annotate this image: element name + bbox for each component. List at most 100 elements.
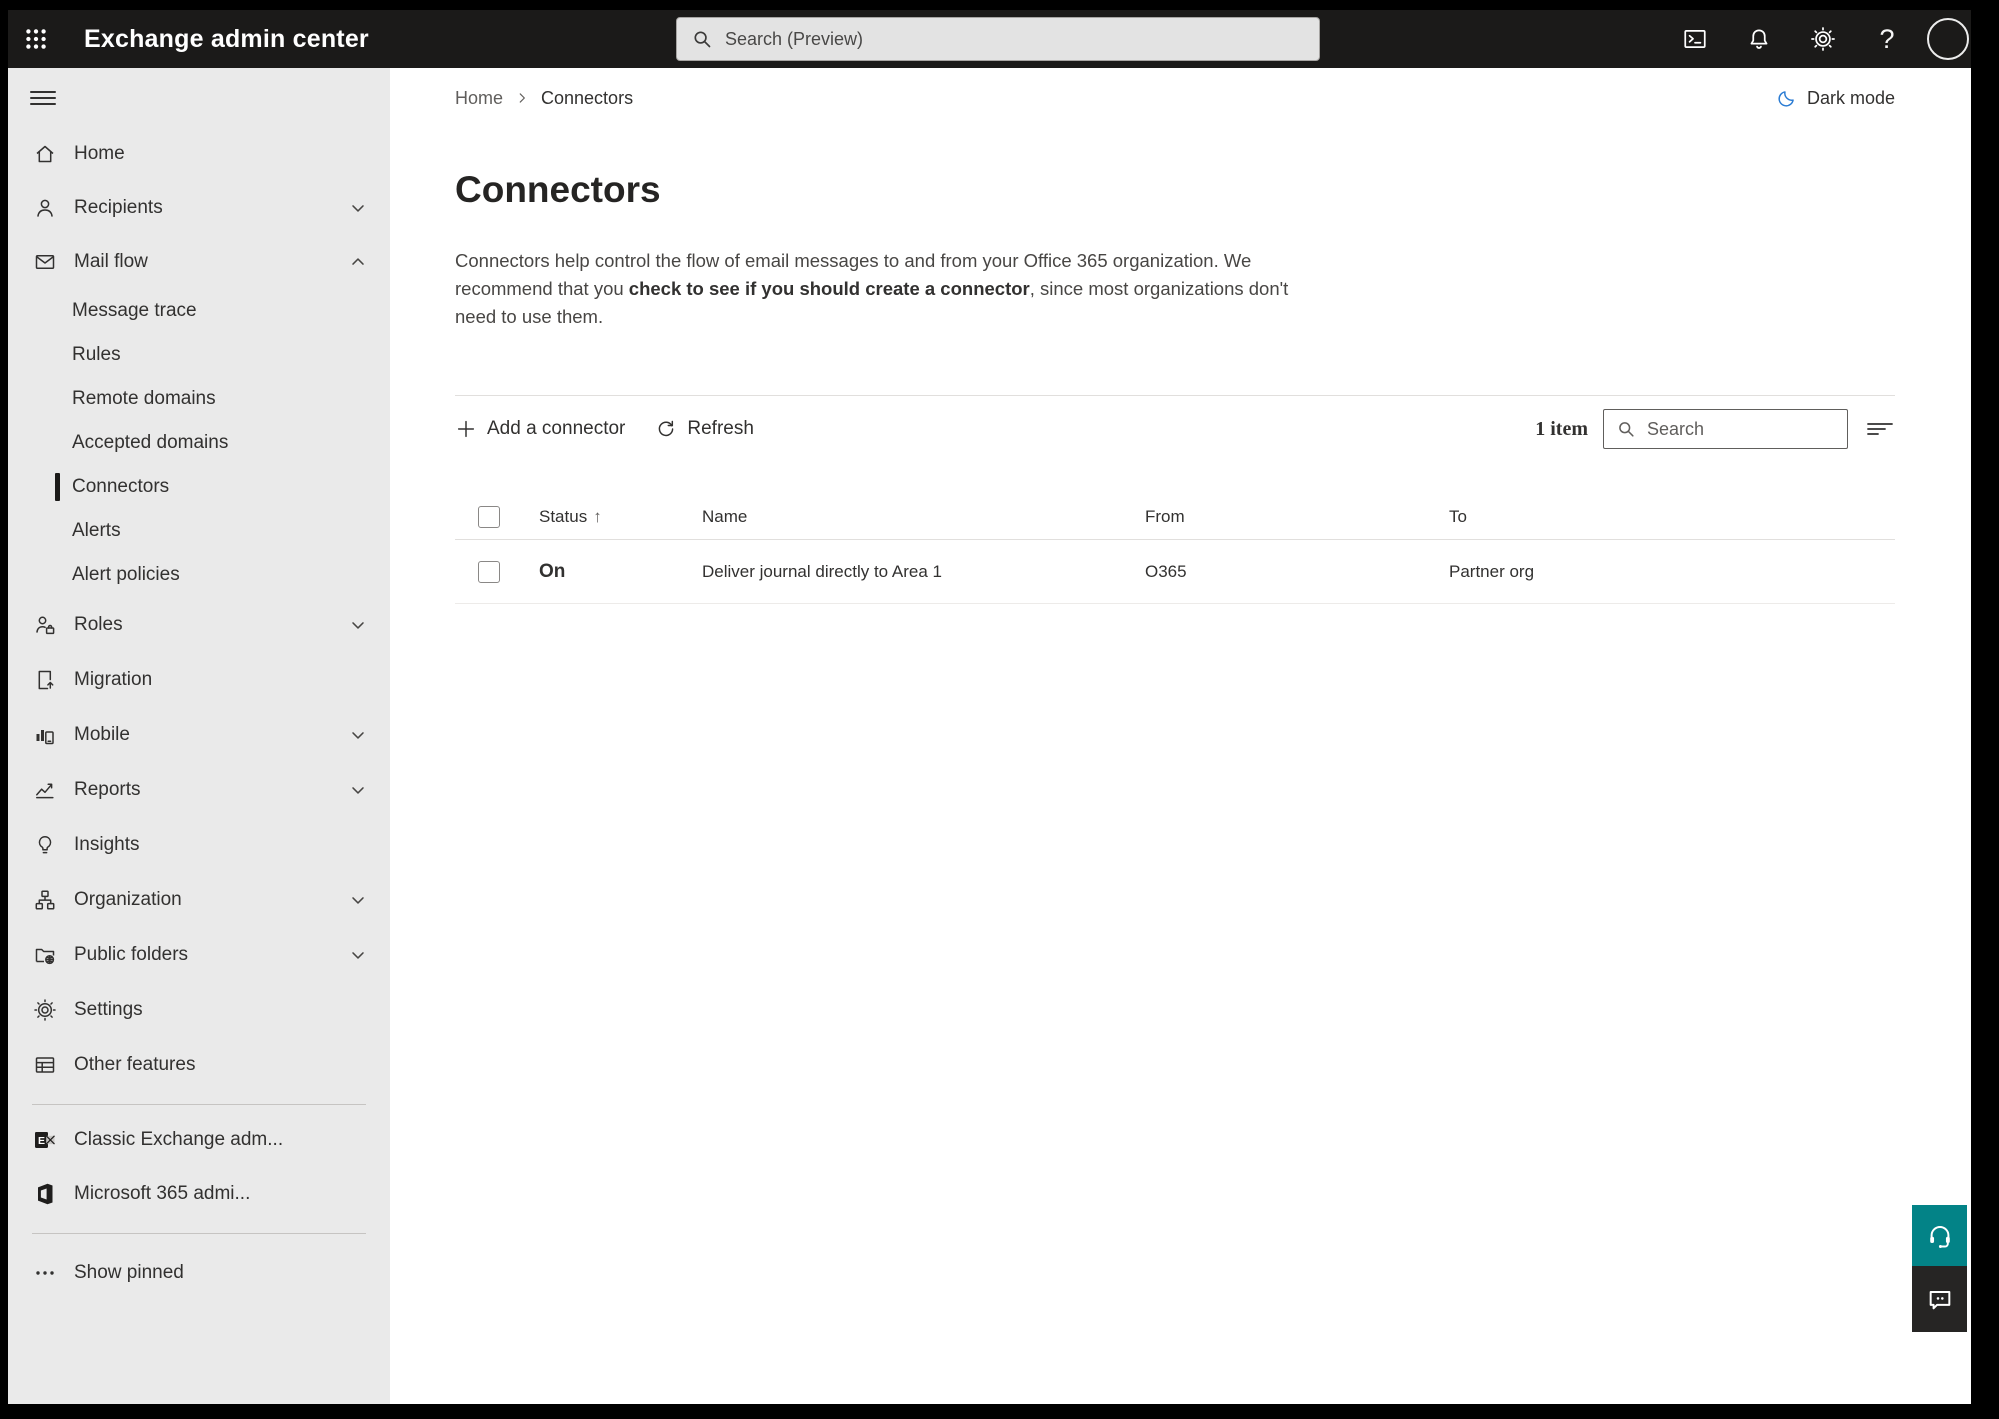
sidebar-item-mail-flow[interactable]: Mail flow [8,235,390,289]
support-button[interactable] [1912,1205,1967,1266]
nav-label: Show pinned [74,1262,184,1283]
description-emphasis: check to see if you should create a conn… [628,278,1030,299]
column-header-name[interactable]: Name [702,507,1145,527]
nav-label: Insights [74,833,140,855]
chevron-down-icon [348,890,368,910]
sidebar-item-classic-exchange-admin[interactable]: E Classic Exchange adm... [8,1113,390,1167]
sidebar-item-message-trace[interactable]: Message trace [8,289,390,333]
collapse-nav-button[interactable] [8,88,390,108]
table-icon [32,1053,58,1077]
top-app-bar: Exchange admin center Search (Preview) ? [8,10,1971,68]
sidebar-item-remote-domains[interactable]: Remote domains [8,377,390,421]
column-header-from[interactable]: From [1145,507,1449,527]
command-bar: Add a connector Refresh 1 item [455,396,1895,462]
table-header-row: Status ↑ Name From To [455,494,1895,540]
sidebar-item-mobile[interactable]: Mobile [8,707,390,762]
sidebar-item-insights[interactable]: Insights [8,817,390,872]
ellipsis-icon [32,1261,58,1285]
feedback-button[interactable] [1912,1266,1967,1332]
nav-label: Classic Exchange adm... [74,1129,284,1150]
add-connector-label: Add a connector [487,418,626,439]
nav-label: Alerts [72,520,121,541]
sidebar-item-alerts[interactable]: Alerts [8,509,390,553]
settings-button[interactable] [1799,15,1847,63]
sidebar-item-migration[interactable]: Migration [8,652,390,707]
person-briefcase-icon [32,613,58,637]
svg-text:E: E [38,1135,45,1147]
sidebar-item-connectors[interactable]: Connectors [8,465,390,509]
powershell-button[interactable] [1671,15,1719,63]
sidebar-item-show-pinned[interactable]: Show pinned [8,1246,390,1300]
sidebar-item-organization[interactable]: Organization [8,872,390,927]
envelope-icon [32,250,58,274]
question-mark-icon: ? [1879,23,1895,54]
search-icon [1616,419,1636,439]
column-header-status[interactable]: Status ↑ [539,507,702,527]
chevron-down-icon [348,198,368,218]
chat-bubble-icon [1926,1285,1954,1313]
breadcrumb-home-link[interactable]: Home [455,88,503,109]
nav-label: Public folders [74,943,189,965]
from-cell: O365 [1145,561,1187,581]
column-header-to[interactable]: To [1449,507,1895,527]
account-avatar[interactable] [1927,18,1969,60]
select-all-checkbox[interactable] [478,505,500,528]
folder-globe-icon [32,943,58,967]
sidebar-item-rules[interactable]: Rules [8,333,390,377]
nav-label: Rules [72,344,121,365]
sidebar-item-recipients[interactable]: Recipients [8,181,390,235]
add-connector-button[interactable]: Add a connector [455,412,633,446]
sidebar-item-accepted-domains[interactable]: Accepted domains [8,421,390,465]
headset-icon [1926,1222,1954,1250]
terminal-icon [1682,26,1708,52]
dark-mode-toggle[interactable]: Dark mode [1776,88,1895,109]
sidebar-item-microsoft-365-admin[interactable]: Microsoft 365 admi... [8,1167,390,1221]
nav-label: Accepted domains [72,432,229,453]
exchange-admin-window: Exchange admin center Search (Preview) ?… [8,10,1971,1404]
refresh-button[interactable]: Refresh [655,412,762,446]
search-icon [691,28,713,50]
global-search-box[interactable] [676,17,1320,61]
name-cell[interactable]: Deliver journal directly to Area 1 [702,562,1145,582]
sidebar-item-roles[interactable]: Roles [8,597,390,652]
line-chart-icon [32,778,58,802]
global-search-input[interactable] [725,28,1305,50]
help-button[interactable]: ? [1863,15,1911,63]
row-checkbox[interactable] [478,560,500,583]
gear-icon [32,998,58,1022]
app-launcher-button[interactable] [14,10,58,68]
nav-label: Home [74,143,125,164]
nav-label: Mail flow [74,251,148,272]
table-row[interactable]: On Deliver journal directly to Area 1 O3… [455,540,1895,604]
filter-button[interactable] [1865,416,1895,442]
nav-label: Microsoft 365 admi... [74,1183,251,1204]
column-label: From [1145,506,1185,526]
sidebar-divider [32,1233,366,1234]
sidebar-item-other-features[interactable]: Other features [8,1037,390,1092]
sidebar-item-public-folders[interactable]: Public folders [8,927,390,982]
document-arrow-icon [32,668,58,692]
to-cell: Partner org [1449,561,1535,581]
microsoft-365-logo-icon [32,1182,58,1206]
refresh-icon [655,418,677,440]
nav-label: Organization [74,888,182,910]
list-search-box[interactable] [1603,409,1848,449]
list-search-input[interactable] [1647,418,1835,440]
breadcrumb-current: Connectors [541,87,634,108]
nav-label: Migration [74,668,153,690]
gear-icon [1810,26,1836,52]
sidebar-item-reports[interactable]: Reports [8,762,390,817]
sidebar-item-alert-policies[interactable]: Alert policies [8,553,390,597]
hamburger-icon [30,88,56,108]
bell-icon [1746,26,1772,52]
refresh-label: Refresh [687,418,754,439]
person-icon [32,196,58,220]
breadcrumb: Home Connectors [455,88,633,109]
nav-label: Settings [74,998,143,1020]
sidebar-item-home[interactable]: Home [8,127,390,181]
chevron-up-icon [348,252,368,272]
column-label: To [1449,506,1467,526]
notifications-button[interactable] [1735,15,1783,63]
sidebar-divider [32,1104,366,1105]
sidebar-item-settings[interactable]: Settings [8,982,390,1037]
